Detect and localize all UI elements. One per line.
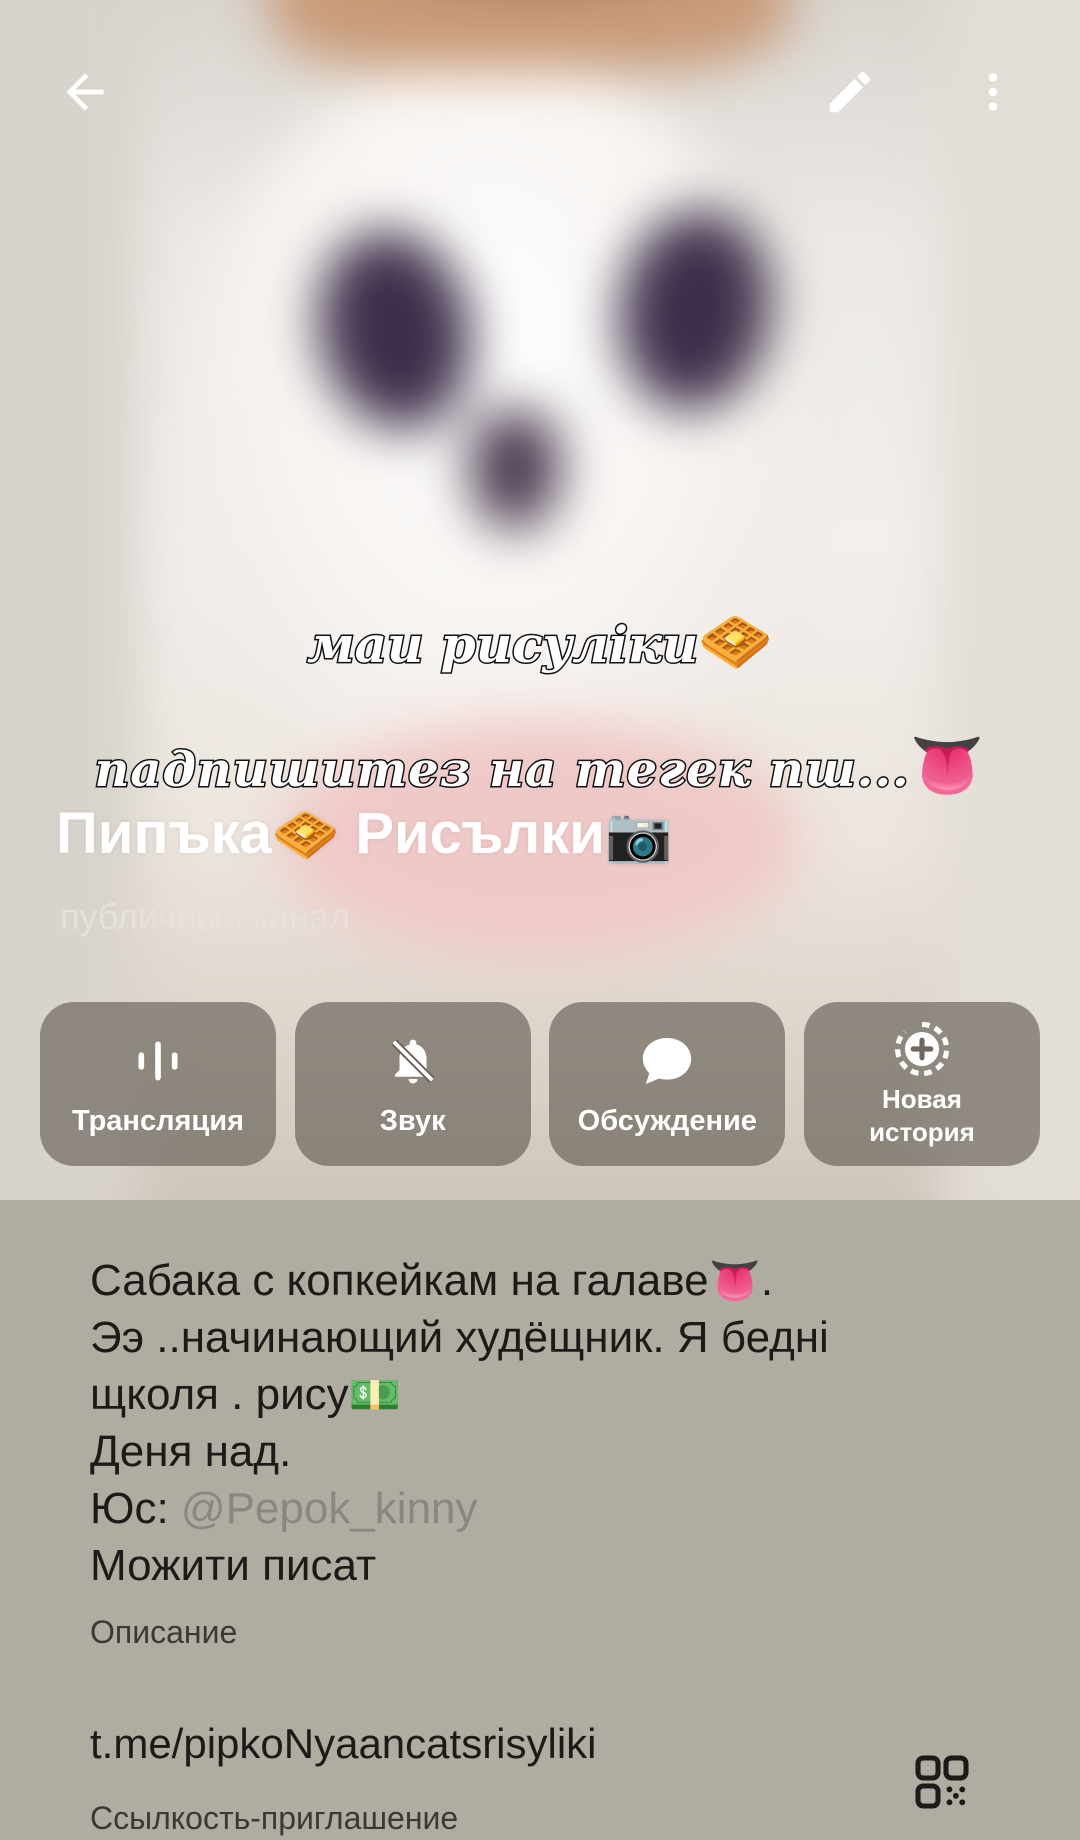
bell-off-icon (390, 1038, 435, 1083)
new-story-button[interactable]: Новая история (803, 1002, 1040, 1166)
channel-name-part1: Пипъка (56, 801, 272, 866)
description-line-3-text: щколя . рису (90, 1370, 349, 1419)
description-line-5-prefix: Юс: (90, 1484, 181, 1533)
username-mention-link[interactable]: @Pepok_kinny (181, 1484, 478, 1533)
invite-link-label: Ссылкость-приглашение (90, 1800, 459, 1836)
broadcast-icon (138, 1041, 178, 1080)
arrow-left-icon (66, 73, 104, 111)
avatar-skull-cap (270, 0, 790, 70)
new-story-label: Новая история (869, 1084, 975, 1147)
overlay-caption-1-text: маи рисуліки (306, 614, 700, 676)
channel-type: публичный канал (60, 896, 351, 937)
discussion-button[interactable]: Обсуждение (549, 1002, 786, 1166)
overlay-caption-2-text: падпишитез на тегек пш... (93, 741, 910, 800)
description-line-1-text: Сабака с копкейкам на галаве (90, 1256, 709, 1305)
channel-name-camera-emoji: 📷 (604, 805, 673, 865)
invite-link[interactable]: t.me/pipkoNyaancatsrisyliki (90, 1720, 597, 1768)
description-line-1: Сабака с копкейкам на галаве👅. (90, 1252, 990, 1309)
back-button[interactable] (45, 52, 125, 132)
channel-name-part2: Рисълки (339, 801, 605, 866)
new-story-icon (894, 1021, 950, 1077)
description-line-1-end: . (760, 1256, 774, 1305)
description-label: Описание (90, 1614, 238, 1650)
broadcast-label: Трансляция (71, 1104, 245, 1137)
channel-description[interactable]: Сабака с копкейкам на галаве👅. Ээ ..начи… (90, 1252, 990, 1594)
discussion-label: Обсуждение (577, 1104, 757, 1137)
tongue-emoji: 👅 (909, 731, 986, 801)
description-line-6: Можити писат (90, 1541, 377, 1590)
more-menu-button[interactable] (953, 52, 1033, 132)
description-line-3: щколя . рису💵 (90, 1366, 990, 1423)
qr-code-icon (915, 1755, 969, 1809)
avatar-nose (470, 410, 560, 530)
sound-button[interactable]: Звук (294, 1002, 531, 1166)
description-money-emoji: 💵 (348, 1371, 401, 1418)
more-vertical-icon (988, 73, 998, 111)
chat-bubble-icon (643, 1037, 692, 1084)
description-line-5: Юс: @Pepok_kinny (90, 1480, 990, 1537)
action-buttons-row: Трансляция Звук Обсуждение Новая история (40, 1002, 1040, 1166)
description-line-4: Деня над. (90, 1427, 292, 1476)
waffle-emoji: 🧇 (698, 607, 773, 677)
sound-label: Звук (379, 1104, 446, 1137)
channel-profile-screen: маи рисуліки🧇 падпишитез на тегек пш...👅… (0, 0, 1080, 1840)
broadcast-button[interactable]: Трансляция (40, 1002, 276, 1166)
channel-info-section: Сабака с копкейкам на галаве👅. Ээ ..начи… (0, 1200, 1080, 1840)
qr-code-button[interactable] (900, 1740, 984, 1824)
overlay-caption-2: падпишитез на тегек пш...👅 (0, 730, 1080, 801)
description-tongue-emoji: 👅 (708, 1257, 761, 1304)
channel-name-waffle-emoji: 🧇 (271, 805, 340, 865)
pencil-icon (829, 71, 871, 113)
edit-button[interactable] (810, 52, 890, 132)
overlay-caption-1: маи рисуліки🧇 (0, 606, 1080, 677)
channel-name: Пипъка🧇 Рисълки📷 (56, 800, 672, 867)
description-line-2: Ээ ..начинающий худёщник. Я бедні (90, 1313, 829, 1362)
